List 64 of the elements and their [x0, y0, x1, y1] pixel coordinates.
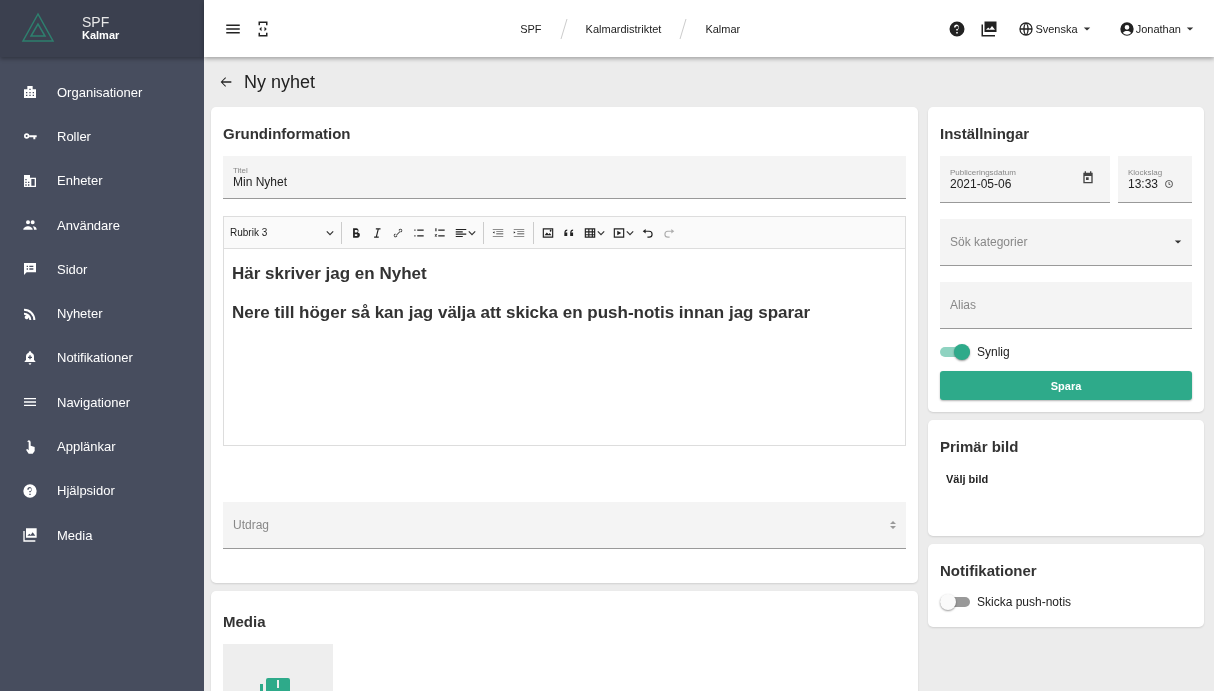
- help-icon: [22, 482, 38, 499]
- sidebar-item[interactable]: Sidor: [0, 247, 204, 292]
- breadcrumb-link[interactable]: Kalmardistriktet: [585, 22, 662, 35]
- sidebar-item[interactable]: Enheter: [0, 158, 204, 203]
- resize-icon: [890, 520, 896, 530]
- card-title: Grundinformation: [223, 125, 352, 142]
- time-field[interactable]: Klockslag 13:33: [1118, 156, 1192, 203]
- image-icon: [541, 225, 555, 240]
- sidebar-item[interactable]: Roller: [0, 114, 204, 159]
- buildings-icon: [22, 84, 38, 101]
- card-title: Media: [223, 613, 267, 630]
- page-title: Ny nyhet: [244, 71, 316, 93]
- language-dropdown[interactable]: Svenska: [1018, 20, 1091, 37]
- play-icon: [612, 225, 626, 240]
- push-toggle[interactable]: Skicka push-notis: [940, 595, 1192, 609]
- title-field[interactable]: Titel Min Nyhet: [223, 156, 906, 199]
- images-icon: [980, 19, 999, 38]
- bell-icon: [22, 349, 38, 366]
- calendar-icon: [1080, 170, 1096, 186]
- image-button[interactable]: [541, 225, 555, 240]
- brand-subtitle: Kalmar: [82, 29, 120, 41]
- caret-icon: [326, 228, 334, 237]
- card-title: Inställningar: [940, 125, 1031, 142]
- caret-icon: [626, 228, 634, 237]
- editor-content[interactable]: Här skriver jag en Nyhet Nere till höger så kan jag välja att skicka en push-notis innan jag sparar: [224, 249, 905, 445]
- sidebar-item[interactable]: Applänkar: [0, 424, 204, 469]
- clock-icon: [1164, 178, 1175, 189]
- table-icon: [583, 225, 597, 240]
- format-dropdown[interactable]: Rubrik 3: [230, 227, 334, 238]
- card-title: Primär bild: [940, 438, 1020, 455]
- sidebar-item[interactable]: Hjälpsidor: [0, 468, 204, 513]
- media-tile[interactable]: [223, 644, 333, 691]
- card-title: Notifikationer: [940, 562, 1038, 579]
- sidebar-item[interactable]: Navigationer: [0, 380, 204, 425]
- caret-icon: [1082, 25, 1091, 32]
- caret-icon: [468, 228, 476, 237]
- help-icon: [948, 19, 967, 38]
- date-field[interactable]: Publiceringsdatum 2021-05-06: [940, 156, 1110, 203]
- heading-text: Här skriver jag en Nyhet: [232, 264, 428, 284]
- caret-icon: [597, 228, 605, 237]
- choose-image-link[interactable]: Välj bild: [946, 473, 989, 485]
- breadcrumb-link[interactable]: SPF: [520, 22, 542, 35]
- images-icon: [22, 527, 38, 544]
- user-icon: [1118, 20, 1135, 37]
- user-dropdown[interactable]: Jonathan: [1118, 20, 1194, 37]
- sidebar-item[interactable]: Media: [0, 512, 204, 558]
- numbered-list-button[interactable]: [433, 225, 447, 240]
- caret-icon: [1186, 25, 1194, 32]
- globe-icon: [1018, 20, 1035, 37]
- caret-icon: [1174, 239, 1182, 245]
- breadcrumb-separator-icon: [679, 17, 688, 40]
- sidebar-item[interactable]: Nyheter: [0, 291, 204, 336]
- sidebar-item[interactable]: Användare: [0, 202, 204, 248]
- building-icon: [22, 172, 38, 189]
- breadcrumb-separator-icon: [559, 17, 568, 40]
- numbered-list-icon: [433, 225, 447, 240]
- breadcrumb-link[interactable]: Kalmar: [705, 22, 741, 35]
- sidebar-item[interactable]: Organisationer: [0, 70, 204, 115]
- table-button[interactable]: [583, 225, 605, 240]
- visible-toggle[interactable]: Synlig: [940, 345, 1192, 359]
- sidebar-item[interactable]: Notifikationer: [0, 335, 204, 381]
- brand-name: SPF: [82, 16, 111, 29]
- heading-text: Nere till höger så kan jag välja att skicka en push-notis innan jag sparar: [232, 303, 812, 323]
- media-button[interactable]: [612, 225, 634, 240]
